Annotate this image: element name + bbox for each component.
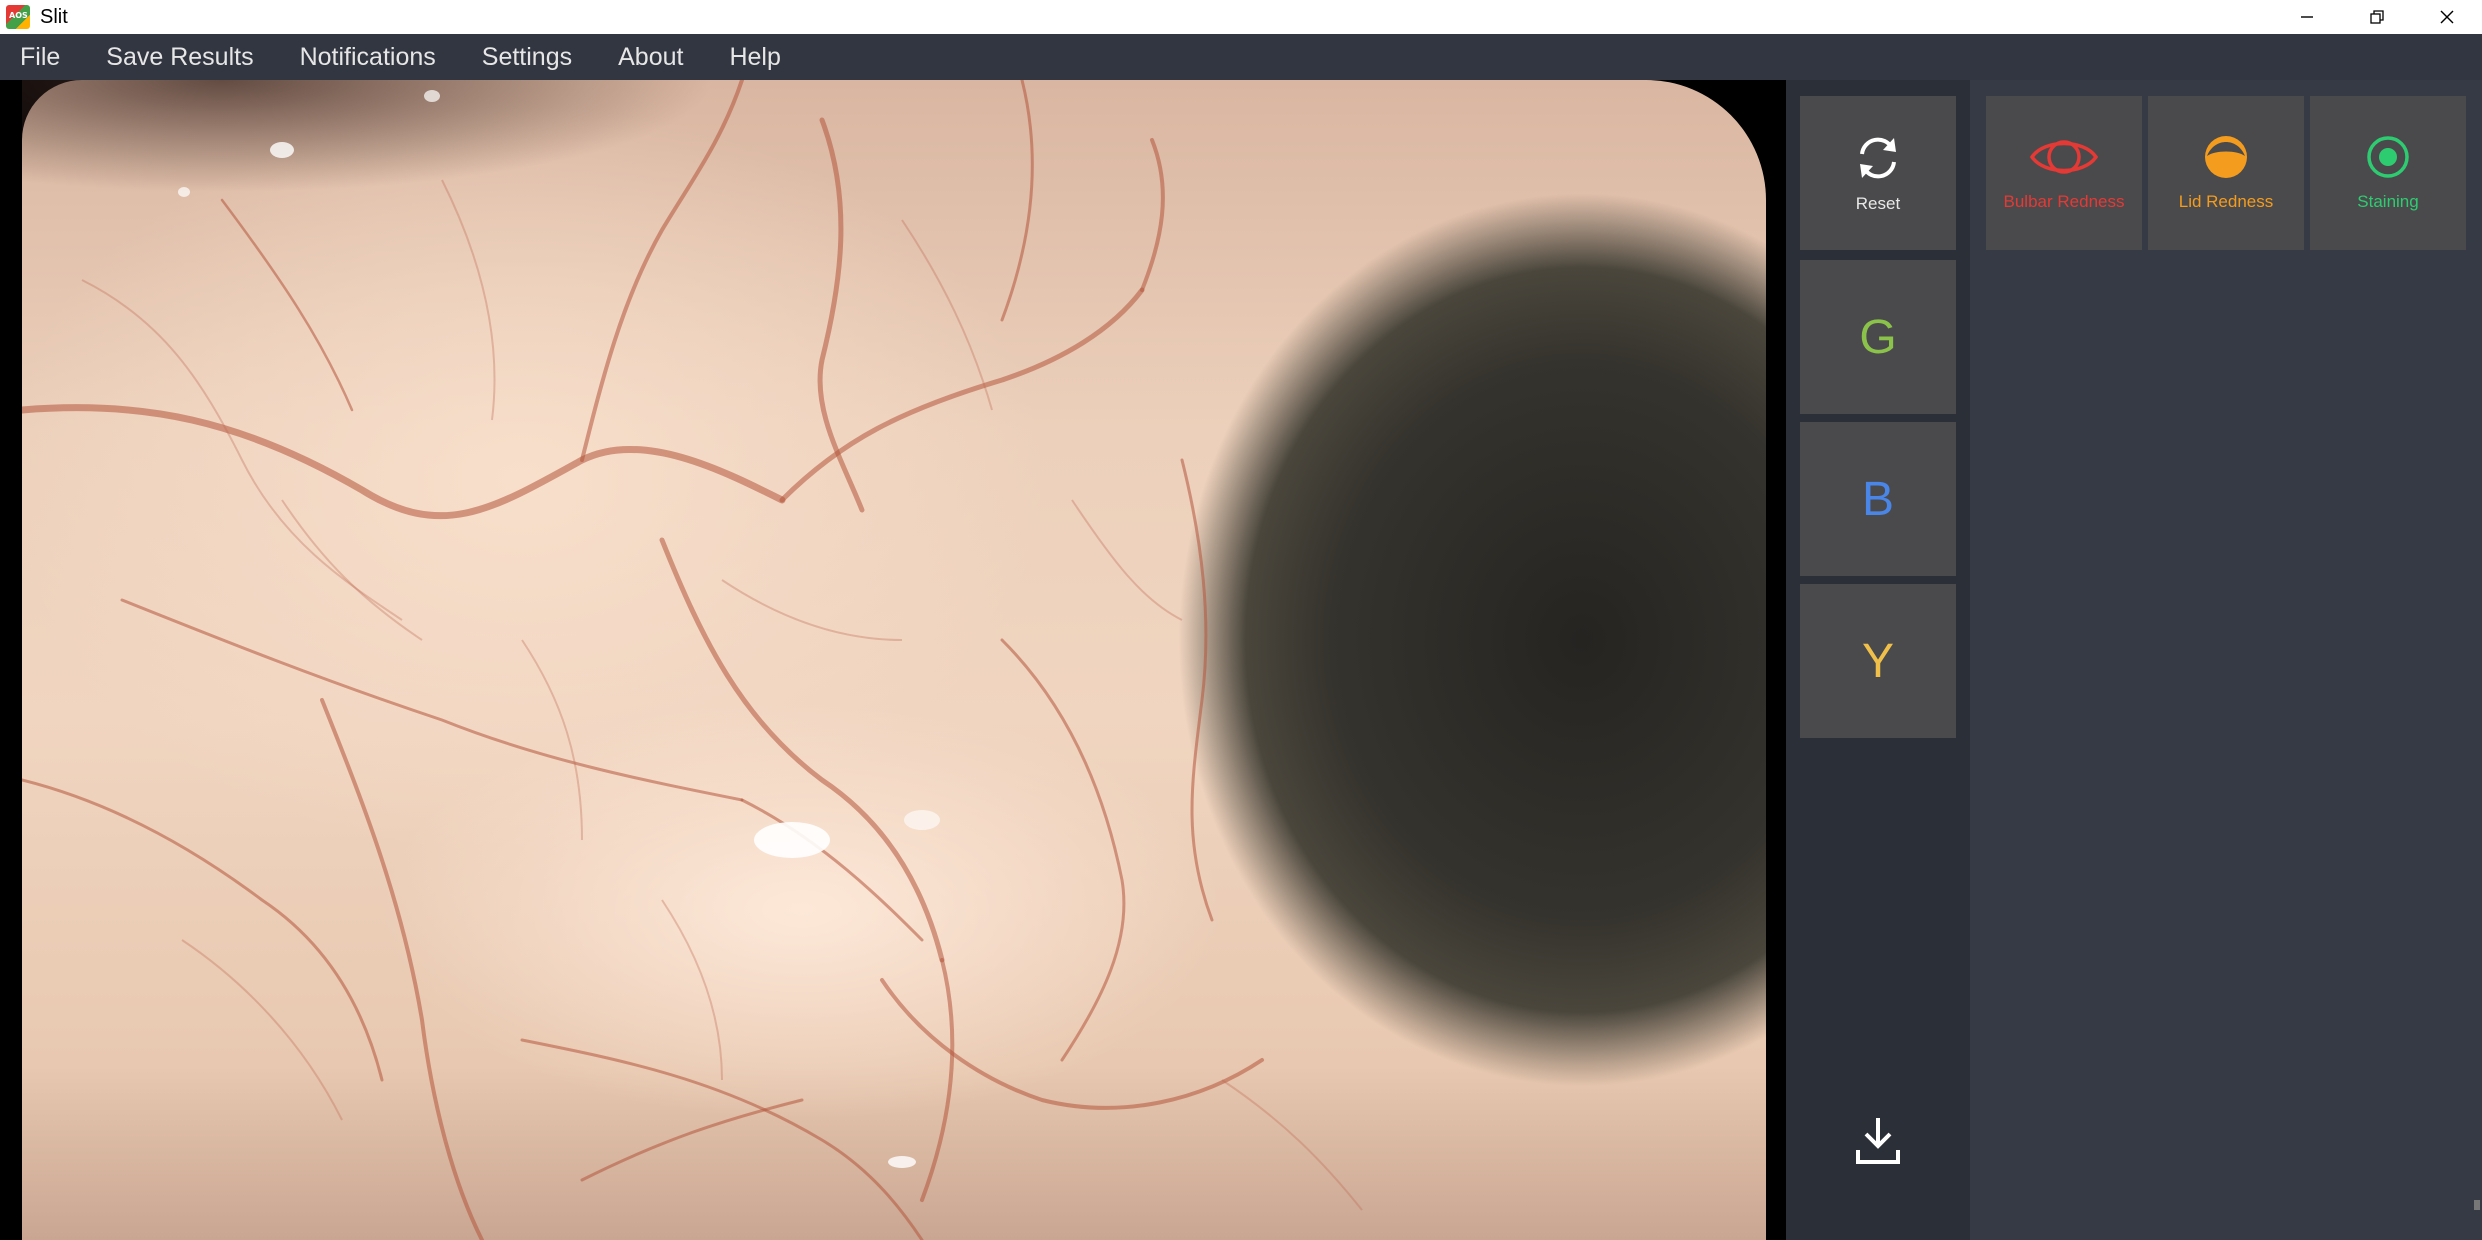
- analysis-panel: Bulbar Redness Lid Redness Staining: [1970, 80, 2482, 1240]
- reset-label: Reset: [1855, 194, 1901, 213]
- close-icon: [2440, 10, 2454, 24]
- window-controls: [2272, 0, 2482, 34]
- lid-redness-label: Lid Redness: [2178, 192, 2274, 211]
- staining-label: Staining: [2357, 192, 2419, 211]
- app-logo-text: AOS: [9, 11, 28, 20]
- filter-g-button[interactable]: G: [1800, 260, 1956, 414]
- eye-photo: [22, 80, 1766, 1240]
- download-button[interactable]: [1846, 1110, 1910, 1174]
- menu-notifications[interactable]: Notifications: [294, 39, 442, 76]
- minimize-icon: [2301, 16, 2313, 18]
- restore-icon: [2370, 10, 2384, 24]
- tool-column: Reset G B Y: [1786, 80, 1970, 1240]
- eye-icon: [2029, 140, 2099, 174]
- filter-b-button[interactable]: B: [1800, 422, 1956, 576]
- bulbar-redness-label: Bulbar Redness: [2003, 192, 2125, 211]
- half-circle-icon: [2205, 136, 2247, 178]
- restore-button[interactable]: [2342, 0, 2412, 34]
- menu-bar: File Save Results Notifications Settings…: [0, 34, 2482, 80]
- download-icon: [1856, 1118, 1900, 1164]
- minimize-button[interactable]: [2272, 0, 2342, 34]
- reset-button[interactable]: Reset: [1800, 96, 1956, 250]
- filter-g-label: G: [1859, 310, 1897, 364]
- filter-b-label: B: [1861, 472, 1894, 526]
- panel-scrollbar[interactable]: [2474, 1200, 2480, 1210]
- refresh-icon: [1860, 137, 1896, 179]
- menu-settings[interactable]: Settings: [476, 39, 578, 76]
- menu-about[interactable]: About: [612, 39, 689, 76]
- menu-help[interactable]: Help: [723, 39, 786, 76]
- filter-y-button[interactable]: Y: [1800, 584, 1956, 738]
- filter-y-label: Y: [1861, 634, 1894, 688]
- title-bar: AOS Slit: [0, 0, 2482, 34]
- close-button[interactable]: [2412, 0, 2482, 34]
- lid-redness-button[interactable]: Lid Redness: [2148, 96, 2304, 250]
- image-viewer[interactable]: [0, 80, 1786, 1240]
- window-title: Slit: [40, 5, 68, 28]
- blood-vessels: [22, 80, 1363, 1240]
- staining-button[interactable]: Staining: [2310, 96, 2466, 250]
- target-icon: [2367, 136, 2409, 178]
- app-logo-icon: AOS: [6, 5, 30, 29]
- menu-save-results[interactable]: Save Results: [100, 39, 259, 76]
- menu-file[interactable]: File: [14, 39, 66, 76]
- bulbar-redness-button[interactable]: Bulbar Redness: [1986, 96, 2142, 250]
